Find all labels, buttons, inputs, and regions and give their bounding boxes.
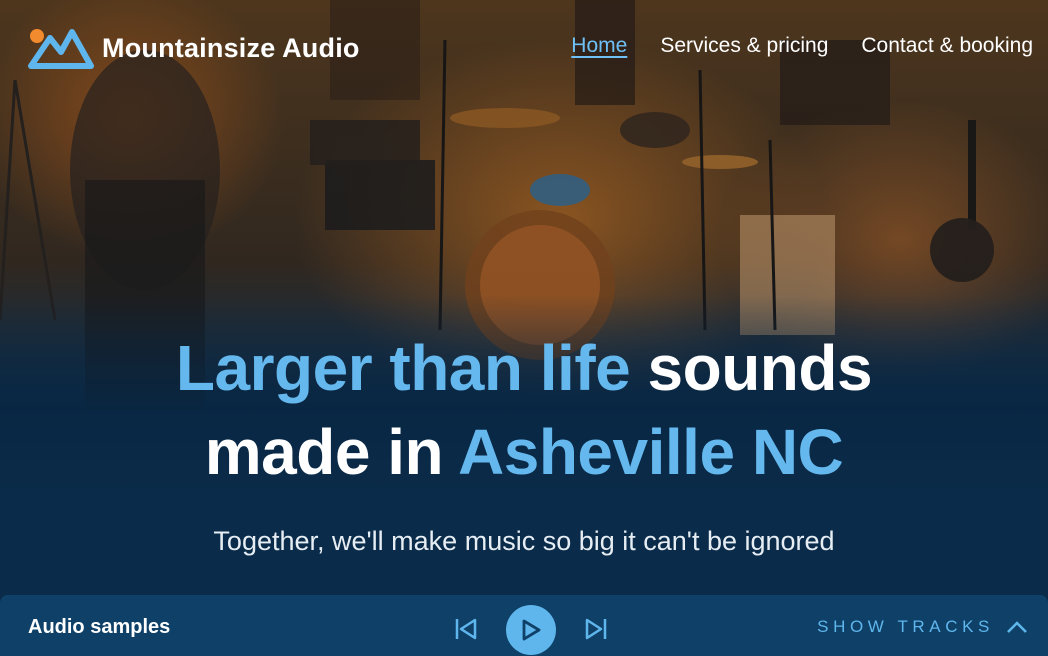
nav-contact-booking-link[interactable]: Contact & booking (861, 34, 1033, 58)
skip-next-icon (585, 618, 607, 640)
brand-name: Mountainsize Audio (102, 32, 360, 63)
hero-subheadline: Together, we'll make music so big it can… (213, 526, 835, 556)
headline-text-2: made in (204, 416, 458, 488)
chevron-up-icon (1007, 621, 1027, 633)
skip-previous-icon (455, 618, 477, 640)
headline-text-1: sounds (630, 332, 873, 404)
headline-accent-2: Asheville NC (458, 416, 844, 488)
nav-services-pricing-link[interactable]: Services & pricing (660, 34, 828, 58)
site-header: Mountainsize Audio Home Services & prici… (0, 0, 1048, 96)
show-tracks-toggle[interactable]: SHOW TRACKS (817, 617, 1028, 637)
play-icon (522, 619, 541, 641)
audio-samples-title: Audio samples (28, 616, 171, 638)
show-tracks-label: SHOW TRACKS (817, 617, 994, 636)
mountain-logo-icon (28, 29, 94, 69)
play-button[interactable] (506, 605, 556, 655)
audio-player-bar: Audio samples SHOW TRACKS (0, 595, 1048, 656)
brand-logo-link[interactable]: Mountainsize Audio (28, 26, 360, 70)
headline-accent-1: Larger than life (175, 332, 631, 404)
previous-track-button[interactable] (452, 615, 480, 643)
next-track-button[interactable] (582, 615, 610, 643)
hero-headline: Larger than life sounds made in Ashevill… (0, 326, 1048, 494)
main-navigation: Home Services & pricing Contact & bookin… (571, 34, 1033, 58)
nav-home-link[interactable]: Home (571, 34, 627, 58)
